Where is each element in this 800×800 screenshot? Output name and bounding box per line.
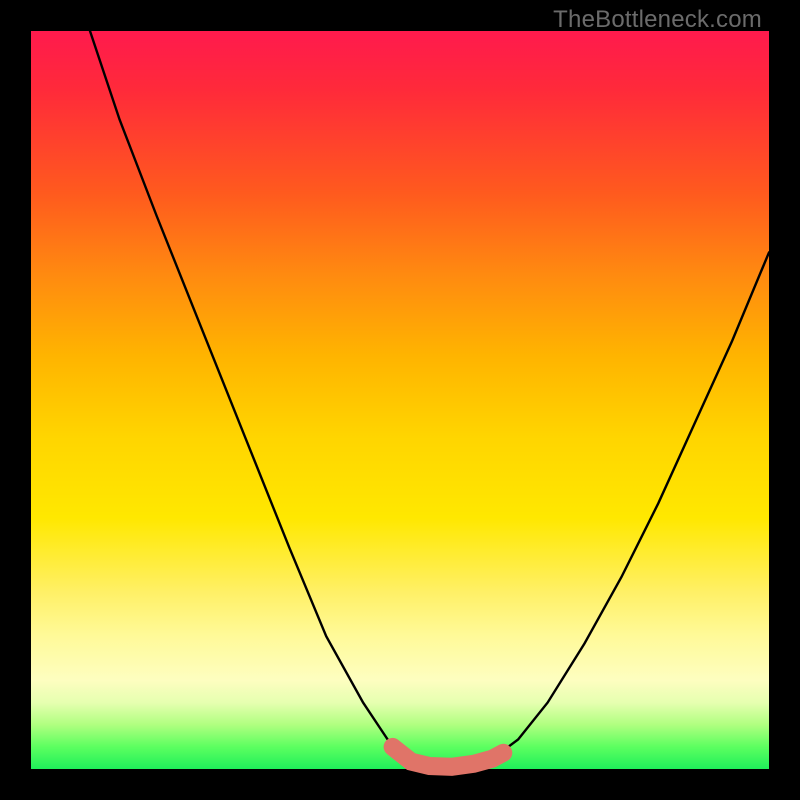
- chart-svg: [31, 31, 769, 769]
- pink-trough-band: [393, 747, 504, 767]
- watermark-label: TheBottleneck.com: [553, 6, 762, 34]
- chart-frame: TheBottleneck.com: [0, 0, 800, 800]
- black-v-curve: [90, 31, 769, 767]
